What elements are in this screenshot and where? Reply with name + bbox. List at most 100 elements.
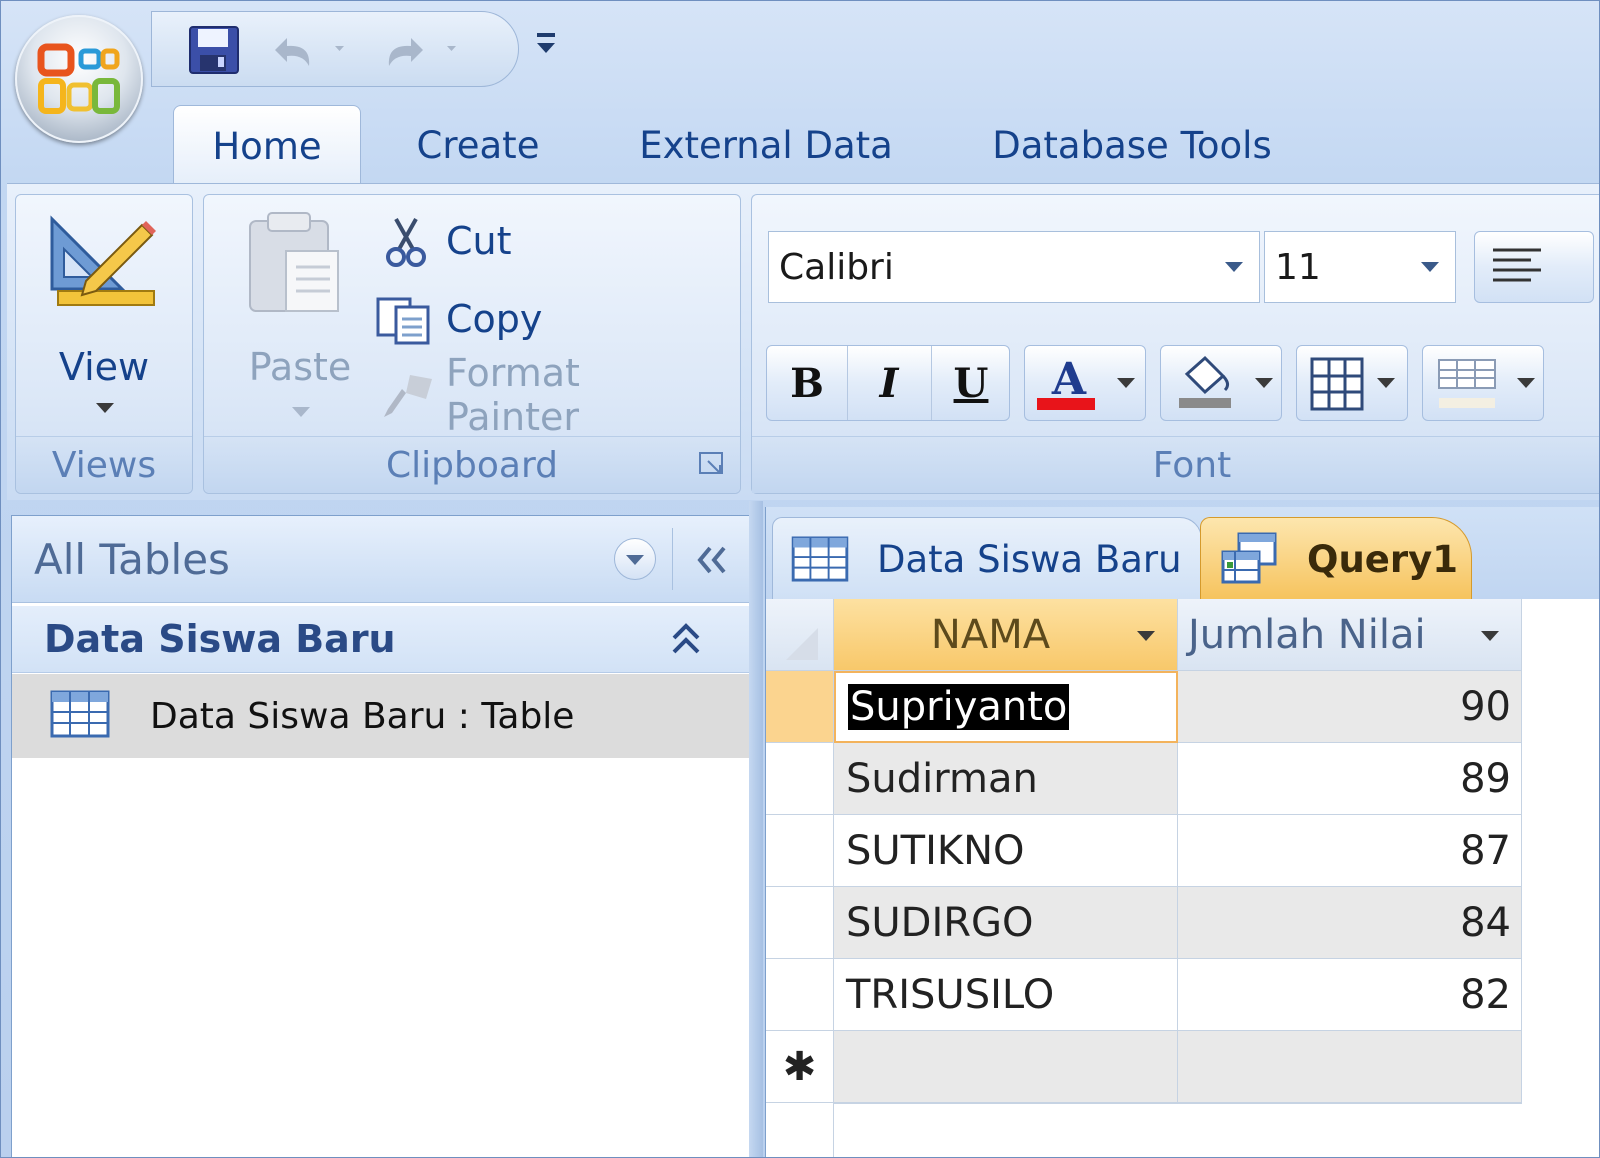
- font-size-combo[interactable]: 11: [1264, 231, 1456, 303]
- document-area: Data Siswa Baru Query1 NAMA Jumlah Nilai…: [765, 507, 1599, 1157]
- ribbon: View Views Paste Cut Copy Format Painter…: [7, 183, 1599, 500]
- datasheet-blank-area: [834, 1103, 1522, 1104]
- nav-item-label: Data Siswa Baru : Table: [150, 695, 575, 737]
- table-cell-jumlah-nilai[interactable]: 84: [1178, 887, 1522, 959]
- text-style-buttons: B I U: [766, 345, 1010, 421]
- undo-icon[interactable]: [264, 28, 356, 72]
- cell-value: 87: [1460, 827, 1511, 874]
- collapse-group-icon[interactable]: [668, 620, 704, 660]
- customize-qat-icon[interactable]: [531, 25, 563, 65]
- font-name-value: Calibri: [779, 246, 894, 288]
- app-window: Home Create External Data Database Tools…: [0, 0, 1600, 1158]
- view-label: View: [58, 345, 150, 389]
- cut-label: Cut: [446, 219, 512, 263]
- column-header-label: Jumlah Nilai: [1188, 611, 1426, 658]
- cell-value: 90: [1460, 683, 1511, 730]
- office-button[interactable]: [15, 15, 143, 143]
- collapse-pane-icon[interactable]: [688, 536, 736, 584]
- gridlines-button[interactable]: [1296, 345, 1408, 421]
- paste-label: Paste: [248, 345, 352, 389]
- format-painter-label: Format Painter: [446, 351, 580, 439]
- column-filter-dropdown-icon[interactable]: [1137, 631, 1155, 641]
- paste-button[interactable]: Paste: [212, 195, 372, 435]
- row-selector[interactable]: [766, 887, 834, 959]
- tab-home[interactable]: Home: [173, 105, 361, 186]
- cut-button[interactable]: Cut: [376, 213, 676, 269]
- doc-tab-query1[interactable]: Query1: [1200, 517, 1472, 600]
- tab-external-data[interactable]: External Data: [621, 105, 911, 185]
- table-cell-jumlah-nilai[interactable]: 89: [1178, 743, 1522, 815]
- query-icon: [1221, 532, 1277, 584]
- table-cell-nama[interactable]: SUDIRGO: [834, 887, 1178, 959]
- view-button[interactable]: View: [16, 195, 192, 435]
- tab-database-tools[interactable]: Database Tools: [967, 105, 1297, 185]
- align-left-button[interactable]: [1474, 231, 1594, 303]
- new-record-cell-nama[interactable]: [834, 1031, 1178, 1103]
- new-record-cell-jumlah-nilai[interactable]: [1178, 1031, 1522, 1103]
- table-cell-nama[interactable]: Sudirman: [834, 743, 1178, 815]
- font-size-dropdown-icon: [1421, 262, 1439, 272]
- table-cell-nama[interactable]: TRISUSILO: [834, 959, 1178, 1031]
- column-header-jumlah-nilai[interactable]: Jumlah Nilai: [1178, 599, 1522, 671]
- font-size-value: 11: [1275, 246, 1321, 288]
- alternate-fill-button[interactable]: [1422, 345, 1544, 421]
- table-cell-jumlah-nilai[interactable]: 90: [1178, 671, 1522, 743]
- nav-title: All Tables: [34, 534, 230, 584]
- paint-bucket-icon: [1179, 355, 1231, 408]
- font-name-combo[interactable]: Calibri: [768, 231, 1260, 303]
- copy-label: Copy: [446, 297, 543, 341]
- dialog-launcher-icon[interactable]: [698, 451, 726, 477]
- font-group: Calibri 11 B I U A Font: [751, 194, 1599, 494]
- cell-value: 82: [1460, 971, 1511, 1018]
- underline-button[interactable]: U: [931, 346, 1011, 420]
- doc-tab-label: Data Siswa Baru: [877, 537, 1182, 581]
- nav-group-header[interactable]: Data Siswa Baru: [12, 606, 750, 673]
- format-painter-button[interactable]: Format Painter: [376, 351, 716, 439]
- select-all-corner[interactable]: [766, 599, 834, 671]
- italic-button[interactable]: I: [847, 346, 932, 420]
- bold-button[interactable]: B: [767, 346, 848, 420]
- tab-create[interactable]: Create: [393, 105, 563, 185]
- clipboard-group: Paste Cut Copy Format Painter Clipboard: [203, 194, 741, 494]
- views-group-label: Views: [16, 436, 192, 493]
- alternate-fill-icon: [1438, 359, 1496, 408]
- font-color-button[interactable]: A: [1024, 345, 1146, 421]
- fill-color-button[interactable]: [1160, 345, 1282, 421]
- cell-value: Sudirman: [846, 755, 1038, 802]
- copy-icon: [376, 297, 430, 345]
- format-painter-icon: [384, 375, 432, 417]
- nav-menu-dropdown-icon[interactable]: [614, 538, 656, 580]
- clipboard-group-title: Clipboard: [386, 444, 558, 486]
- table-cell-nama[interactable]: SUTIKNO: [834, 815, 1178, 887]
- nav-header[interactable]: All Tables: [12, 516, 750, 603]
- alternate-fill-dropdown-icon: [1517, 378, 1535, 388]
- table-cell-jumlah-nilai[interactable]: 82: [1178, 959, 1522, 1031]
- redo-icon[interactable]: [376, 28, 468, 72]
- office-logo-icon: [37, 43, 120, 114]
- new-record-marker[interactable]: ✱: [766, 1031, 834, 1103]
- paste-dropdown-arrow: [292, 407, 310, 417]
- row-selector[interactable]: [766, 959, 834, 1031]
- row-selector[interactable]: [766, 743, 834, 815]
- column-filter-dropdown-icon[interactable]: [1481, 631, 1499, 641]
- pane-splitter[interactable]: [749, 501, 763, 1157]
- column-header-nama[interactable]: NAMA: [834, 599, 1178, 671]
- cell-value: 89: [1460, 755, 1511, 802]
- table-cell-jumlah-nilai[interactable]: 87: [1178, 815, 1522, 887]
- clipboard-group-label: Clipboard: [204, 436, 740, 493]
- save-icon[interactable]: [184, 26, 244, 74]
- table-cell-nama[interactable]: Supriyanto: [834, 671, 1178, 743]
- table-icon: [50, 690, 110, 738]
- cell-value: SUDIRGO: [846, 899, 1034, 946]
- gridlines-dropdown-icon: [1377, 378, 1395, 388]
- view-dropdown-arrow: [96, 403, 114, 413]
- row-selector[interactable]: [766, 671, 834, 743]
- copy-button[interactable]: Copy: [376, 291, 676, 347]
- view-design-icon: [50, 215, 156, 306]
- font-group-label: Font: [752, 436, 1599, 493]
- fill-color-dropdown-icon: [1255, 378, 1273, 388]
- doc-tab-data-siswa-baru[interactable]: Data Siswa Baru: [772, 517, 1202, 600]
- nav-item-table[interactable]: Data Siswa Baru : Table: [12, 674, 750, 758]
- row-selector[interactable]: [766, 815, 834, 887]
- font-color-dropdown-icon: [1117, 378, 1135, 388]
